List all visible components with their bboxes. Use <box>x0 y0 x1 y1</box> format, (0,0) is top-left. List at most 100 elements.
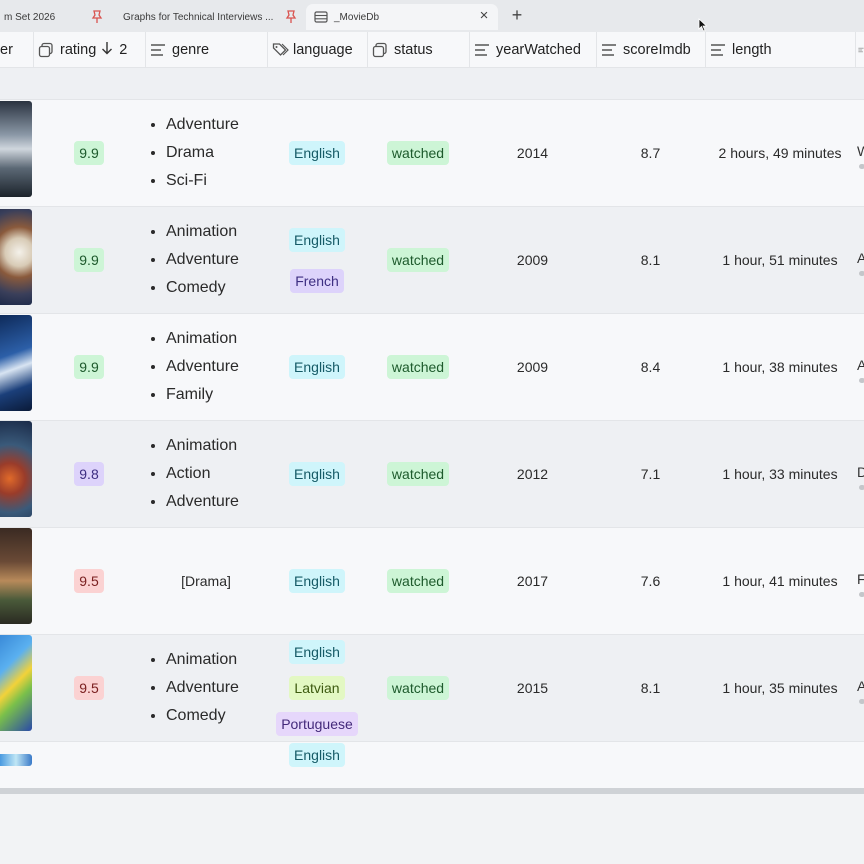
genre-item: Family <box>166 381 239 409</box>
column-header-next[interactable] <box>858 32 864 68</box>
movie-length: 1 hour, 41 minutes <box>722 573 838 589</box>
next-column-text: F <box>857 571 864 587</box>
text-lines-icon <box>858 47 864 53</box>
table-row[interactable]: 9.5 Animation Adventure Comedy English L… <box>0 635 864 741</box>
language-tag[interactable]: Portuguese <box>276 712 358 736</box>
column-header-genre[interactable]: genre <box>150 32 267 68</box>
year-watched: 2014 <box>516 145 549 161</box>
year-watched: 2012 <box>516 466 549 482</box>
status-badge[interactable]: watched <box>386 248 450 272</box>
arrow-down-icon[interactable] <box>101 41 113 59</box>
genre-item: Animation <box>166 218 239 246</box>
next-column-dot <box>859 164 864 169</box>
tags-icon <box>272 42 289 58</box>
header-label: language <box>293 42 353 58</box>
genre-item: Animation <box>166 646 239 674</box>
column-header-scoreimdb[interactable]: scoreImdb <box>601 32 705 68</box>
year-watched: 2009 <box>516 252 549 268</box>
select-icon <box>372 42 388 58</box>
genre-list: Animation Action Adventure <box>145 432 239 516</box>
pin-icon[interactable] <box>284 9 298 25</box>
language-tag[interactable]: English <box>289 462 345 486</box>
year-watched: 2009 <box>516 359 549 375</box>
movie-length: 1 hour, 33 minutes <box>722 466 838 482</box>
genre-list: Animation Adventure Comedy <box>145 646 239 730</box>
next-column-dot <box>859 378 864 383</box>
column-header-partial[interactable]: er <box>0 32 33 68</box>
table-row[interactable]: 9.5 [Drama] English watched 2017 7.6 1 h… <box>0 528 864 634</box>
language-tag[interactable]: Latvian <box>289 676 345 700</box>
table-row[interactable]: 9.8 Animation Action Adventure English w… <box>0 421 864 527</box>
column-header-language[interactable]: language <box>272 32 367 68</box>
language-tag[interactable]: French <box>290 268 344 293</box>
language-tag[interactable]: English <box>289 141 345 165</box>
next-column-dot <box>859 699 864 704</box>
year-watched: 2015 <box>516 680 549 696</box>
genre-list: Adventure Drama Sci-Fi <box>145 111 239 195</box>
language-tag[interactable]: English <box>289 640 345 664</box>
cursor-icon <box>698 18 708 32</box>
header-label: rating <box>60 42 97 58</box>
rating-badge: 9.9 <box>74 355 104 379</box>
sort-order: 2 <box>119 42 128 58</box>
poster-image[interactable] <box>0 101 32 197</box>
genre-item: Comedy <box>166 702 239 730</box>
genre-list: Animation Adventure Family <box>145 325 239 409</box>
tab-label: _MovieDb <box>334 11 380 23</box>
status-badge[interactable]: watched <box>386 676 450 700</box>
close-icon[interactable]: × <box>476 8 492 24</box>
rating-badge: 9.8 <box>74 462 104 486</box>
poster-image[interactable] <box>0 315 32 411</box>
column-header-length[interactable]: length <box>710 32 855 68</box>
status-badge[interactable]: watched <box>386 141 450 165</box>
next-column-text: W <box>857 143 864 159</box>
poster-image[interactable] <box>0 421 32 517</box>
movie-length: 1 hour, 38 minutes <box>722 359 838 375</box>
table-row[interactable]: 9.9 Animation Adventure Family English w… <box>0 314 864 420</box>
genre-item: Adventure <box>166 353 239 381</box>
next-column-text: A <box>857 357 864 373</box>
next-column-text: D <box>857 464 864 480</box>
status-badge[interactable]: watched <box>386 569 450 593</box>
table-row[interactable]: English <box>0 742 864 788</box>
text-lines-icon <box>150 42 166 58</box>
header-label: scoreImdb <box>623 42 691 58</box>
language-tag[interactable]: English <box>289 743 345 767</box>
score-imdb: 8.7 <box>640 145 661 161</box>
table-row[interactable]: 9.9 Animation Adventure Comedy English F… <box>0 207 864 313</box>
text-lines-icon <box>474 42 490 58</box>
language-tag[interactable]: English <box>289 569 345 593</box>
poster-image[interactable] <box>0 754 32 766</box>
plus-icon[interactable]: + <box>508 5 526 25</box>
header-label: er <box>0 42 13 58</box>
tab-label: Graphs for Technical Interviews ... <box>123 11 274 23</box>
poster-image[interactable] <box>0 635 32 731</box>
poster-image[interactable] <box>0 209 32 305</box>
column-header-yearwatched[interactable]: yearWatched <box>474 32 596 68</box>
empty-row[interactable] <box>0 68 864 99</box>
column-header-rating[interactable]: rating 2 <box>38 32 145 68</box>
tab-graphs[interactable]: Graphs for Technical Interviews ... <box>116 4 302 30</box>
text-lines-icon <box>710 42 726 58</box>
genre-item: Animation <box>166 325 239 353</box>
table-row[interactable]: 9.9 Adventure Drama Sci-Fi English watch… <box>0 100 864 206</box>
language-tag[interactable]: English <box>289 355 345 379</box>
score-imdb: 8.1 <box>640 680 661 696</box>
next-column-dot <box>859 485 864 490</box>
pin-icon[interactable] <box>90 9 104 25</box>
language-tag[interactable]: English <box>289 227 345 252</box>
header-label: length <box>732 42 772 58</box>
tab-moviedb[interactable]: _MovieDb × <box>306 4 498 30</box>
tab-bar: m Set 2026 Graphs for Technical Intervie… <box>0 0 864 32</box>
rating-badge: 9.9 <box>74 248 104 272</box>
poster-image[interactable] <box>0 528 32 624</box>
status-badge[interactable]: watched <box>386 355 450 379</box>
genre-text: [Drama] <box>181 573 231 589</box>
score-imdb: 7.6 <box>640 573 661 589</box>
genre-item: Sci-Fi <box>166 167 239 195</box>
status-badge[interactable]: watched <box>386 462 450 486</box>
next-column-text: A <box>857 678 864 694</box>
tab-set-2026[interactable]: m Set 2026 <box>0 4 110 30</box>
genre-item: Animation <box>166 432 239 460</box>
column-header-status[interactable]: status <box>372 32 469 68</box>
